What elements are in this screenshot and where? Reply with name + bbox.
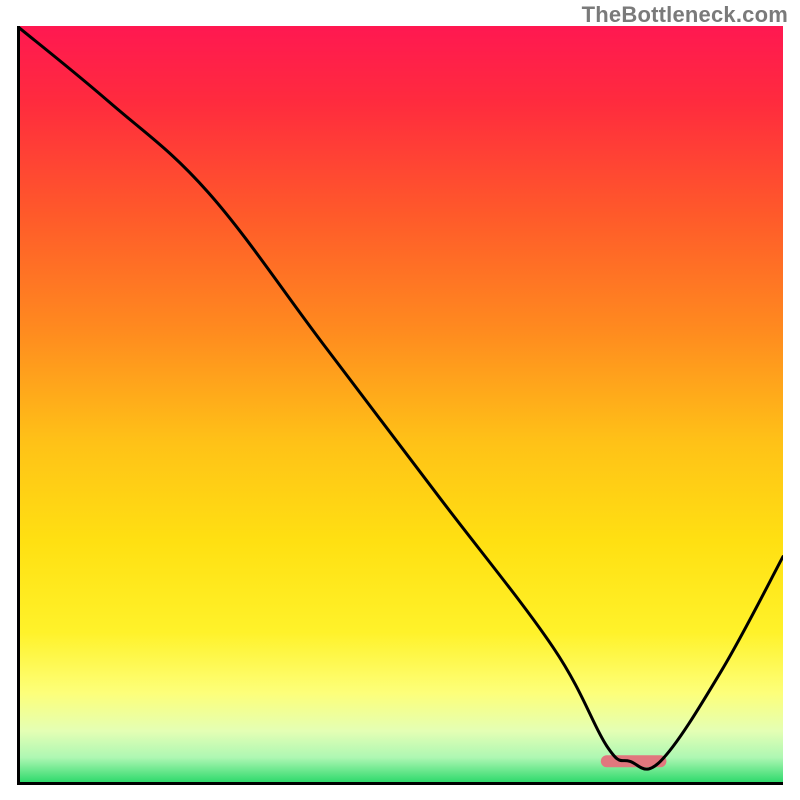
plot-area <box>17 26 783 784</box>
x-axis <box>17 782 783 785</box>
y-axis <box>17 26 20 784</box>
chart-canvas: TheBottleneck.com <box>0 0 800 800</box>
watermark-text: TheBottleneck.com <box>582 2 788 28</box>
bottleneck-curve <box>17 26 783 784</box>
